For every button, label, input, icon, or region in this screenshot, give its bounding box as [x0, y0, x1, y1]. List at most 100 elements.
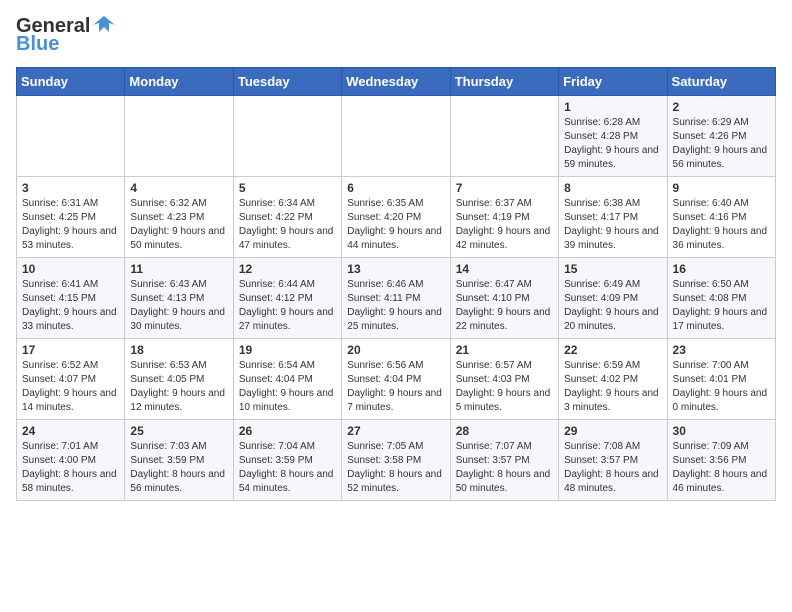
day-number: 27 — [347, 424, 444, 438]
day-info: Sunrise: 6:43 AM Sunset: 4:13 PM Dayligh… — [130, 278, 227, 334]
day-number: 24 — [22, 424, 119, 438]
day-info: Sunrise: 6:56 AM Sunset: 4:04 PM Dayligh… — [347, 359, 444, 415]
column-header-thursday: Thursday — [450, 68, 558, 96]
calendar-cell: 1 Sunrise: 6:28 AM Sunset: 4:28 PM Daylig… — [559, 96, 667, 177]
calendar-week-row: 3Sunrise: 6:31 AM Sunset: 4:25 PM Daylig… — [17, 177, 776, 258]
day-number: 26 — [239, 424, 336, 438]
calendar-cell: 26 Sunrise: 7:04 AM Sunset: 3:59 PM Dayli… — [233, 420, 341, 501]
calendar-table: SundayMondayTuesdayWednesdayThursdayFrid… — [16, 67, 776, 501]
column-header-friday: Friday — [559, 68, 667, 96]
calendar-cell: 9 Sunrise: 6:40 AM Sunset: 4:16 PM Daylig… — [667, 177, 775, 258]
calendar-cell: 23 Sunrise: 7:00 AM Sunset: 4:01 PM Dayli… — [667, 339, 775, 420]
calendar-cell: 15 Sunrise: 6:49 AM Sunset: 4:09 PM Dayli… — [559, 258, 667, 339]
day-info: Sunrise: 6:52 AM Sunset: 4:07 PM Dayligh… — [22, 359, 119, 415]
calendar-cell: 25 Sunrise: 7:03 AM Sunset: 3:59 PM Dayli… — [125, 420, 233, 501]
day-number: 23 — [673, 343, 770, 357]
logo-blue-text: Blue — [16, 33, 59, 55]
day-number: 20 — [347, 343, 444, 357]
calendar-cell: 29Sunrise: 7:08 AM Sunset: 3:57 PM Dayli… — [559, 420, 667, 501]
logo: General Blue — [16, 16, 115, 55]
calendar-cell: 24 Sunrise: 7:01 AM Sunset: 4:00 PM Dayli… — [17, 420, 125, 501]
day-info: Sunrise: 7:09 AM Sunset: 3:56 PM Dayligh… — [673, 440, 770, 496]
day-info: Sunrise: 6:34 AM Sunset: 4:22 PM Dayligh… — [239, 197, 336, 253]
day-info: Sunrise: 7:05 AM Sunset: 3:58 PM Dayligh… — [347, 440, 444, 496]
calendar-cell — [450, 96, 558, 177]
calendar-header-row: SundayMondayTuesdayWednesdayThursdayFrid… — [17, 68, 776, 96]
calendar-cell: 27 Sunrise: 7:05 AM Sunset: 3:58 PM Dayli… — [342, 420, 450, 501]
calendar-cell: 11 Sunrise: 6:43 AM Sunset: 4:13 PM Dayli… — [125, 258, 233, 339]
calendar-cell — [125, 96, 233, 177]
calendar-cell: 5Sunrise: 6:34 AM Sunset: 4:22 PM Daylig… — [233, 177, 341, 258]
calendar-cell: 13 Sunrise: 6:46 AM Sunset: 4:11 PM Dayli… — [342, 258, 450, 339]
calendar-cell: 4Sunrise: 6:32 AM Sunset: 4:23 PM Daylig… — [125, 177, 233, 258]
day-info: Sunrise: 6:59 AM Sunset: 4:02 PM Dayligh… — [564, 359, 661, 415]
calendar-week-row: 10 Sunrise: 6:41 AM Sunset: 4:15 PM Dayli… — [17, 258, 776, 339]
day-number: 25 — [130, 424, 227, 438]
day-info: Sunrise: 7:01 AM Sunset: 4:00 PM Dayligh… — [22, 440, 119, 496]
column-header-tuesday: Tuesday — [233, 68, 341, 96]
day-number: 9 — [673, 181, 770, 195]
calendar-cell: 8Sunrise: 6:38 AM Sunset: 4:17 PM Daylig… — [559, 177, 667, 258]
day-info: Sunrise: 6:46 AM Sunset: 4:11 PM Dayligh… — [347, 278, 444, 334]
column-header-wednesday: Wednesday — [342, 68, 450, 96]
logo-bird-icon — [93, 15, 115, 33]
day-info: Sunrise: 7:00 AM Sunset: 4:01 PM Dayligh… — [673, 359, 770, 415]
day-number: 1 — [564, 100, 661, 114]
calendar-cell — [233, 96, 341, 177]
calendar-cell: 21 Sunrise: 6:57 AM Sunset: 4:03 PM Dayli… — [450, 339, 558, 420]
day-info: Sunrise: 7:08 AM Sunset: 3:57 PM Dayligh… — [564, 440, 661, 496]
day-number: 2 — [673, 100, 770, 114]
day-info: Sunrise: 6:37 AM Sunset: 4:19 PM Dayligh… — [456, 197, 553, 253]
calendar-cell: 28 Sunrise: 7:07 AM Sunset: 3:57 PM Dayli… — [450, 420, 558, 501]
day-info: Sunrise: 6:53 AM Sunset: 4:05 PM Dayligh… — [130, 359, 227, 415]
day-number: 14 — [456, 262, 553, 276]
calendar-cell — [17, 96, 125, 177]
calendar-cell: 2 Sunrise: 6:29 AM Sunset: 4:26 PM Daylig… — [667, 96, 775, 177]
day-number: 7 — [456, 181, 553, 195]
day-number: 16 — [673, 262, 770, 276]
day-number: 19 — [239, 343, 336, 357]
day-info: Sunrise: 7:04 AM Sunset: 3:59 PM Dayligh… — [239, 440, 336, 496]
calendar-cell: 12Sunrise: 6:44 AM Sunset: 4:12 PM Dayli… — [233, 258, 341, 339]
calendar-cell: 10 Sunrise: 6:41 AM Sunset: 4:15 PM Dayli… — [17, 258, 125, 339]
day-info: Sunrise: 6:49 AM Sunset: 4:09 PM Dayligh… — [564, 278, 661, 334]
day-number: 28 — [456, 424, 553, 438]
day-info: Sunrise: 6:41 AM Sunset: 4:15 PM Dayligh… — [22, 278, 119, 334]
column-header-monday: Monday — [125, 68, 233, 96]
calendar-cell: 17 Sunrise: 6:52 AM Sunset: 4:07 PM Dayli… — [17, 339, 125, 420]
calendar-cell: 30Sunrise: 7:09 AM Sunset: 3:56 PM Dayli… — [667, 420, 775, 501]
calendar-week-row: 1 Sunrise: 6:28 AM Sunset: 4:28 PM Daylig… — [17, 96, 776, 177]
calendar-week-row: 24 Sunrise: 7:01 AM Sunset: 4:00 PM Dayli… — [17, 420, 776, 501]
column-header-saturday: Saturday — [667, 68, 775, 96]
calendar-cell: 6 Sunrise: 6:35 AM Sunset: 4:20 PM Daylig… — [342, 177, 450, 258]
day-info: Sunrise: 6:47 AM Sunset: 4:10 PM Dayligh… — [456, 278, 553, 334]
day-number: 10 — [22, 262, 119, 276]
day-info: Sunrise: 7:07 AM Sunset: 3:57 PM Dayligh… — [456, 440, 553, 496]
day-number: 21 — [456, 343, 553, 357]
calendar-cell: 20 Sunrise: 6:56 AM Sunset: 4:04 PM Dayli… — [342, 339, 450, 420]
calendar-week-row: 17 Sunrise: 6:52 AM Sunset: 4:07 PM Dayli… — [17, 339, 776, 420]
day-info: Sunrise: 7:03 AM Sunset: 3:59 PM Dayligh… — [130, 440, 227, 496]
day-info: Sunrise: 6:29 AM Sunset: 4:26 PM Dayligh… — [673, 116, 770, 172]
day-info: Sunrise: 6:31 AM Sunset: 4:25 PM Dayligh… — [22, 197, 119, 253]
day-info: Sunrise: 6:57 AM Sunset: 4:03 PM Dayligh… — [456, 359, 553, 415]
calendar-cell: 3Sunrise: 6:31 AM Sunset: 4:25 PM Daylig… — [17, 177, 125, 258]
calendar-cell: 16Sunrise: 6:50 AM Sunset: 4:08 PM Dayli… — [667, 258, 775, 339]
calendar-cell: 7 Sunrise: 6:37 AM Sunset: 4:19 PM Daylig… — [450, 177, 558, 258]
day-info: Sunrise: 6:38 AM Sunset: 4:17 PM Dayligh… — [564, 197, 661, 253]
day-number: 13 — [347, 262, 444, 276]
header: General Blue — [16, 16, 776, 55]
day-info: Sunrise: 6:40 AM Sunset: 4:16 PM Dayligh… — [673, 197, 770, 253]
day-info: Sunrise: 6:54 AM Sunset: 4:04 PM Dayligh… — [239, 359, 336, 415]
day-info: Sunrise: 6:35 AM Sunset: 4:20 PM Dayligh… — [347, 197, 444, 253]
day-info: Sunrise: 6:44 AM Sunset: 4:12 PM Dayligh… — [239, 278, 336, 334]
day-number: 17 — [22, 343, 119, 357]
day-info: Sunrise: 6:28 AM Sunset: 4:28 PM Dayligh… — [564, 116, 661, 172]
day-number: 6 — [347, 181, 444, 195]
calendar-cell: 22Sunrise: 6:59 AM Sunset: 4:02 PM Dayli… — [559, 339, 667, 420]
calendar-cell: 14 Sunrise: 6:47 AM Sunset: 4:10 PM Dayli… — [450, 258, 558, 339]
day-number: 11 — [130, 262, 227, 276]
calendar-cell: 19 Sunrise: 6:54 AM Sunset: 4:04 PM Dayli… — [233, 339, 341, 420]
calendar-cell: 18Sunrise: 6:53 AM Sunset: 4:05 PM Dayli… — [125, 339, 233, 420]
day-number: 15 — [564, 262, 661, 276]
